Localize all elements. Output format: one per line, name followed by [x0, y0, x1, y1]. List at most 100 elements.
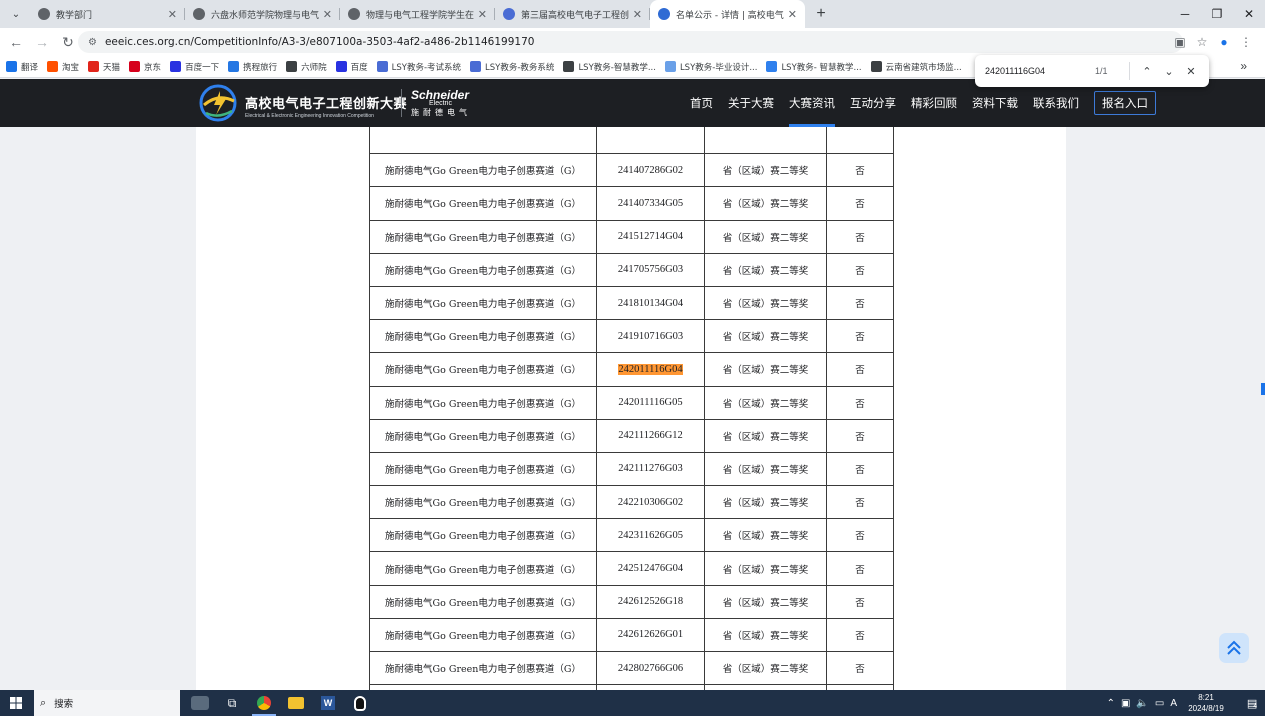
logo-text: 高校电气电子工程创新大赛 Electrical & Electronic Eng…	[245, 93, 407, 119]
bookmark-item[interactable]: LSY教务- 智慧教学...	[766, 61, 862, 73]
browser-tab[interactable]: 物理与电气工程学院学生在第十 ✕	[340, 0, 495, 28]
tab-close-icon[interactable]: ✕	[323, 8, 332, 21]
id-cell: 242802766G06	[596, 650, 705, 686]
taskbar-camera-app[interactable]	[184, 690, 216, 716]
browser-tab[interactable]: 名单公示 - 详情 | 高校电气电子 ✕	[650, 0, 805, 28]
nav-item[interactable]: 首页	[690, 79, 713, 127]
tray-app-icon[interactable]: ▣	[1121, 698, 1130, 709]
nav-item[interactable]: 大赛资讯	[789, 79, 835, 127]
address-bar[interactable]: ⚙ eeeic.ces.org.cn/CompetitionInfo/A3-3/…	[78, 31, 1183, 53]
tab-close-icon[interactable]: ✕	[478, 8, 487, 21]
close-window-button[interactable]: ✕	[1233, 0, 1265, 28]
track-cell: 施耐德电气Go Green电力电子创惠赛道（G）	[369, 418, 597, 453]
more-bookmarks-icon[interactable]: »	[1240, 59, 1247, 73]
competition-logo[interactable]	[198, 83, 240, 123]
qq-penguin-icon	[354, 695, 366, 711]
nav-item[interactable]: 关于大赛	[728, 79, 774, 127]
profile-avatar-icon[interactable]: ●	[1213, 31, 1235, 53]
taskbar-search-box[interactable]: ⌕ 搜索	[34, 690, 180, 716]
signup-button[interactable]: 报名入口	[1094, 91, 1156, 115]
bookmark-item[interactable]: 携程旅行	[228, 61, 277, 73]
start-button[interactable]	[0, 690, 32, 716]
reload-button[interactable]: ↻	[56, 30, 80, 54]
header-divider	[401, 89, 402, 117]
bookmark-item[interactable]: LSY教务-毕业设计...	[664, 61, 758, 73]
bookmark-item[interactable]: 翻译	[6, 61, 38, 73]
bookmark-item[interactable]: 六师院	[286, 61, 327, 73]
award-cell: 省（区域）赛二等奖	[704, 451, 827, 487]
taskbar-qq[interactable]	[344, 690, 376, 716]
flag-cell: 否	[826, 584, 894, 619]
entry-id: 242111276G03	[618, 463, 683, 475]
award-cell	[704, 127, 827, 155]
bookmark-item[interactable]: LSY教务-智慧教学...	[563, 61, 656, 73]
track-cell: 施耐德电气Go Green电力电子创惠赛道（G）	[369, 186, 597, 221]
id-cell	[596, 127, 705, 155]
notification-center-button[interactable]: ▤ 4	[1239, 690, 1265, 716]
bookmark-item[interactable]: 百度一下	[170, 61, 219, 73]
tab-close-icon[interactable]: ✕	[168, 8, 177, 21]
minimize-button[interactable]: ─	[1169, 0, 1201, 28]
find-next-button[interactable]: ⌄	[1158, 60, 1180, 82]
forward-button[interactable]: →	[30, 30, 54, 54]
task-view-button[interactable]: ⧉	[216, 690, 248, 716]
bookmark-item[interactable]: 天猫	[88, 61, 120, 73]
ime-indicator[interactable]: A	[1170, 698, 1177, 709]
browser-tab[interactable]: 第三届高校电气电子工程创新大 ✕	[495, 0, 650, 28]
bookmark-star-icon[interactable]: ☆	[1191, 31, 1213, 53]
folder-icon	[288, 697, 304, 709]
tab-strip: ⌄ 教学部门✕六盘水师范学院物理与电气工程✕物理与电气工程学院学生在第十✕第三届…	[0, 0, 1265, 28]
tab-favicon-icon	[193, 8, 205, 20]
bookmark-item[interactable]: 淘宝	[47, 61, 79, 73]
table-row	[369, 127, 894, 155]
back-button[interactable]: ←	[4, 30, 28, 54]
bookmark-item[interactable]: 百度	[335, 61, 368, 73]
id-cell: 242011116G04	[596, 352, 705, 387]
find-close-button[interactable]: ✕	[1180, 60, 1202, 82]
site-info-icon[interactable]: ⚙	[88, 37, 97, 48]
tab-close-icon[interactable]: ✕	[633, 8, 642, 21]
browser-tab[interactable]: 教学部门 ✕	[30, 0, 185, 28]
bookmark-item[interactable]: LSY教务-教务系统	[470, 61, 554, 73]
taskbar-file-explorer[interactable]	[280, 690, 312, 716]
bookmark-favicon-icon	[335, 61, 347, 72]
table-row: 施耐德电气Go Green电力电子创惠赛道（G） 241407286G02 省（区域…	[369, 153, 894, 188]
tray-expand-icon[interactable]: ⌃	[1107, 698, 1115, 709]
entry-id: 241407286G02	[617, 164, 684, 176]
id-cell: 242311626G05	[596, 518, 705, 553]
award-cell: 省（区域）赛二等奖	[704, 252, 827, 287]
tab-title: 第三届高校电气电子工程创新大	[521, 10, 629, 21]
bookmark-favicon-icon	[870, 61, 882, 72]
flag-cell: 否	[826, 650, 894, 686]
find-input[interactable]: 242011116G04	[985, 66, 1095, 76]
article-content: 施耐德电气Go Green电力电子创惠赛道（G） 241407286G02 省（区域…	[196, 127, 1066, 690]
tab-title: 物理与电气工程学院学生在第十	[366, 10, 474, 21]
network-icon[interactable]: ▭	[1155, 698, 1164, 709]
volume-icon[interactable]: 🔈	[1136, 698, 1148, 709]
window-controls: ─ ❐ ✕	[1169, 0, 1265, 28]
bookmark-label: 京东	[144, 62, 162, 73]
award-cell: 省（区域）赛二等奖	[704, 584, 827, 619]
page-action-icon[interactable]: ▣	[1169, 31, 1191, 53]
tab-search-menu-button[interactable]: ⌄	[6, 4, 26, 24]
bookmark-label: LSY教务-考试系统	[391, 62, 462, 73]
nav-item[interactable]: 精彩回顾	[911, 79, 957, 127]
taskbar-chrome[interactable]	[248, 690, 280, 716]
table-row: 施耐德电气Go Green电力电子创惠赛道（G） 242612526G18 省（区域…	[369, 584, 894, 619]
tab-close-icon[interactable]: ✕	[788, 8, 797, 21]
browser-tab[interactable]: 六盘水师范学院物理与电气工程 ✕	[185, 0, 340, 28]
bookmark-item[interactable]: LSY教务-考试系统	[376, 61, 462, 73]
bookmark-item[interactable]: 京东	[129, 61, 161, 73]
browser-menu-icon[interactable]: ⋮	[1235, 31, 1257, 53]
maximize-button[interactable]: ❐	[1201, 0, 1233, 28]
find-previous-button[interactable]: ⌃	[1136, 60, 1158, 82]
taskbar-word[interactable]: W	[312, 690, 344, 716]
bookmark-item[interactable]: 云南省建筑市场监...	[870, 61, 962, 73]
flag-cell: 否	[826, 551, 894, 586]
new-tab-button[interactable]: +	[809, 2, 833, 26]
bookmark-label: LSY教务-毕业设计...	[679, 62, 758, 73]
nav-item[interactable]: 互动分享	[850, 79, 896, 127]
id-cell: 241407334G05	[596, 186, 705, 221]
clock[interactable]: 8:21 2024/8/19	[1183, 692, 1229, 714]
back-to-top-button[interactable]	[1219, 633, 1249, 663]
